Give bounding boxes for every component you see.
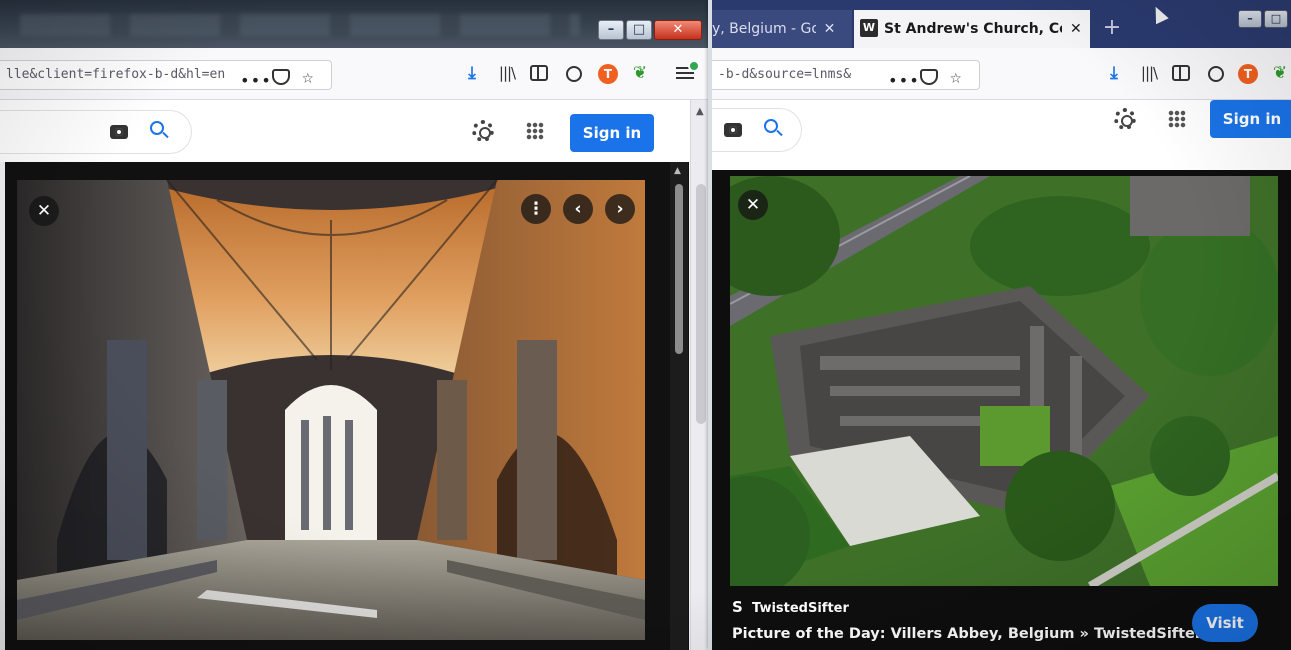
twistedsifter-logo-icon: S bbox=[732, 598, 743, 616]
abbey-aerial-illustration bbox=[730, 176, 1278, 586]
viewer-scrollbar[interactable]: ▲ bbox=[670, 162, 688, 650]
abbey-aerial-image[interactable]: ✕ bbox=[730, 176, 1278, 586]
extension-t-icon[interactable]: T bbox=[598, 64, 618, 84]
extension-t-icon[interactable]: T bbox=[1238, 64, 1258, 84]
left-browser-window: – □ ✕ lle&client=firefox-b-d&hl=en ••• ☆… bbox=[0, 0, 712, 650]
abbey-nave-illustration bbox=[17, 180, 645, 640]
search-icon[interactable] bbox=[764, 119, 778, 133]
page-actions-icon[interactable]: ••• bbox=[888, 67, 920, 89]
tab-villers-abbey-search[interactable]: y, Belgium - Googl ✕ bbox=[712, 10, 852, 48]
extension-green-icon[interactable]: ❦ bbox=[630, 62, 650, 84]
maximize-button[interactable]: □ bbox=[1264, 10, 1288, 28]
right-browser-window: y, Belgium - Googl ✕ W St Andrew's Church… bbox=[712, 0, 1291, 650]
previous-image-button[interactable]: ‹ bbox=[563, 194, 593, 224]
account-icon[interactable] bbox=[566, 66, 582, 82]
close-viewer-button[interactable]: ✕ bbox=[29, 196, 59, 226]
search-box[interactable] bbox=[712, 108, 802, 152]
apps-grid-icon[interactable] bbox=[1168, 110, 1186, 128]
sign-in-button[interactable]: Sign in bbox=[1210, 100, 1291, 138]
more-options-icon[interactable]: ⋮ bbox=[521, 194, 551, 224]
url-text: lle&client=firefox-b-d&hl=en bbox=[6, 67, 226, 82]
viewer-scrollbar-thumb[interactable] bbox=[675, 184, 683, 354]
image-source[interactable]: S TwistedSifter bbox=[732, 598, 849, 618]
screen: – □ ✕ lle&client=firefox-b-d&hl=en ••• ☆… bbox=[0, 0, 1291, 650]
sidebar-icon[interactable] bbox=[1172, 65, 1190, 81]
abbey-nave-image[interactable]: ✕ ⋮ ‹ › bbox=[17, 180, 645, 640]
tab-bar: y, Belgium - Googl ✕ W St Andrew's Church… bbox=[712, 0, 1291, 48]
right-nav-toolbar: -b-d&source=lnms& ••• ☆ ⤓ |||\ T ❦ bbox=[712, 48, 1291, 100]
pocket-icon[interactable] bbox=[272, 69, 290, 85]
google-header: Sign in bbox=[0, 100, 690, 162]
scrollbar-thumb[interactable] bbox=[696, 184, 706, 424]
close-icon: ✕ bbox=[672, 22, 684, 37]
search-box[interactable] bbox=[0, 110, 192, 154]
scroll-up-icon[interactable]: ▲ bbox=[696, 106, 704, 117]
maximize-icon: □ bbox=[632, 22, 646, 37]
sign-in-button[interactable]: Sign in bbox=[570, 114, 654, 152]
source-name: TwistedSifter bbox=[752, 601, 849, 616]
minimize-icon: – bbox=[607, 22, 615, 37]
image-caption-link[interactable]: Picture of the Day: Villers Abbey, Belgi… bbox=[732, 626, 1202, 642]
minimize-button[interactable]: – bbox=[1238, 10, 1262, 28]
library-icon[interactable]: |||\ bbox=[1138, 62, 1160, 84]
download-icon[interactable]: ⤓ bbox=[1104, 62, 1124, 84]
menu-icon[interactable] bbox=[676, 60, 700, 86]
left-nav-toolbar: lle&client=firefox-b-d&hl=en ••• ☆ ⤓ |||… bbox=[0, 48, 712, 100]
maximize-button[interactable]: □ bbox=[626, 20, 652, 40]
sidebar-icon[interactable] bbox=[530, 65, 548, 81]
url-bar[interactable]: -b-d&source=lnms& ••• ☆ bbox=[712, 60, 980, 90]
close-tab-icon[interactable]: ✕ bbox=[1067, 10, 1085, 48]
close-tab-icon[interactable]: ✕ bbox=[820, 10, 838, 48]
wikipedia-favicon-icon: W bbox=[860, 19, 878, 37]
next-image-button[interactable]: › bbox=[605, 194, 635, 224]
url-bar[interactable]: lle&client=firefox-b-d&hl=en ••• ☆ bbox=[0, 60, 332, 90]
maximize-icon: □ bbox=[1270, 12, 1282, 25]
close-viewer-button[interactable]: ✕ bbox=[738, 190, 768, 220]
image-viewer-panel: ✕ ⋮ ‹ › ▲ bbox=[5, 162, 689, 650]
bookmark-star-icon[interactable]: ☆ bbox=[950, 63, 961, 89]
page-actions-icon[interactable]: ••• bbox=[240, 67, 272, 89]
url-text: -b-d&source=lnms& bbox=[718, 67, 852, 82]
tab-label: St Andrew's Church, Covehithe bbox=[884, 21, 1062, 37]
blurred-tabs bbox=[20, 14, 580, 36]
extension-green-icon[interactable]: ❦ bbox=[1270, 62, 1290, 84]
camera-search-icon[interactable] bbox=[110, 125, 128, 139]
minimize-button[interactable]: – bbox=[598, 20, 624, 40]
left-title-bar: – □ ✕ bbox=[0, 0, 712, 48]
mouse-cursor-icon bbox=[1149, 3, 1169, 25]
tab-label: y, Belgium - Googl bbox=[712, 21, 816, 37]
new-tab-button[interactable]: + bbox=[1098, 10, 1126, 48]
scroll-up-icon[interactable]: ▲ bbox=[674, 166, 681, 176]
google-header: Sign in bbox=[712, 100, 1291, 170]
minimize-icon: – bbox=[1247, 12, 1253, 25]
visit-button[interactable]: Visit bbox=[1192, 604, 1258, 642]
pocket-icon[interactable] bbox=[920, 69, 938, 85]
account-icon[interactable] bbox=[1208, 66, 1224, 82]
download-icon[interactable]: ⤓ bbox=[462, 62, 482, 84]
settings-gear-icon[interactable] bbox=[1114, 108, 1136, 130]
image-viewer-panel: ✕ S TwistedSifter Picture of the Day: Vil… bbox=[712, 170, 1291, 650]
library-icon[interactable]: |||\ bbox=[496, 62, 518, 84]
search-icon[interactable] bbox=[150, 121, 164, 135]
bookmark-star-icon[interactable]: ☆ bbox=[302, 63, 313, 89]
settings-gear-icon[interactable] bbox=[472, 120, 494, 142]
tab-st-andrews-church[interactable]: W St Andrew's Church, Covehithe ✕ bbox=[854, 10, 1090, 48]
camera-search-icon[interactable] bbox=[724, 123, 742, 137]
apps-grid-icon[interactable] bbox=[526, 122, 544, 140]
close-window-button[interactable]: ✕ bbox=[654, 20, 702, 40]
update-badge-icon bbox=[688, 60, 700, 72]
